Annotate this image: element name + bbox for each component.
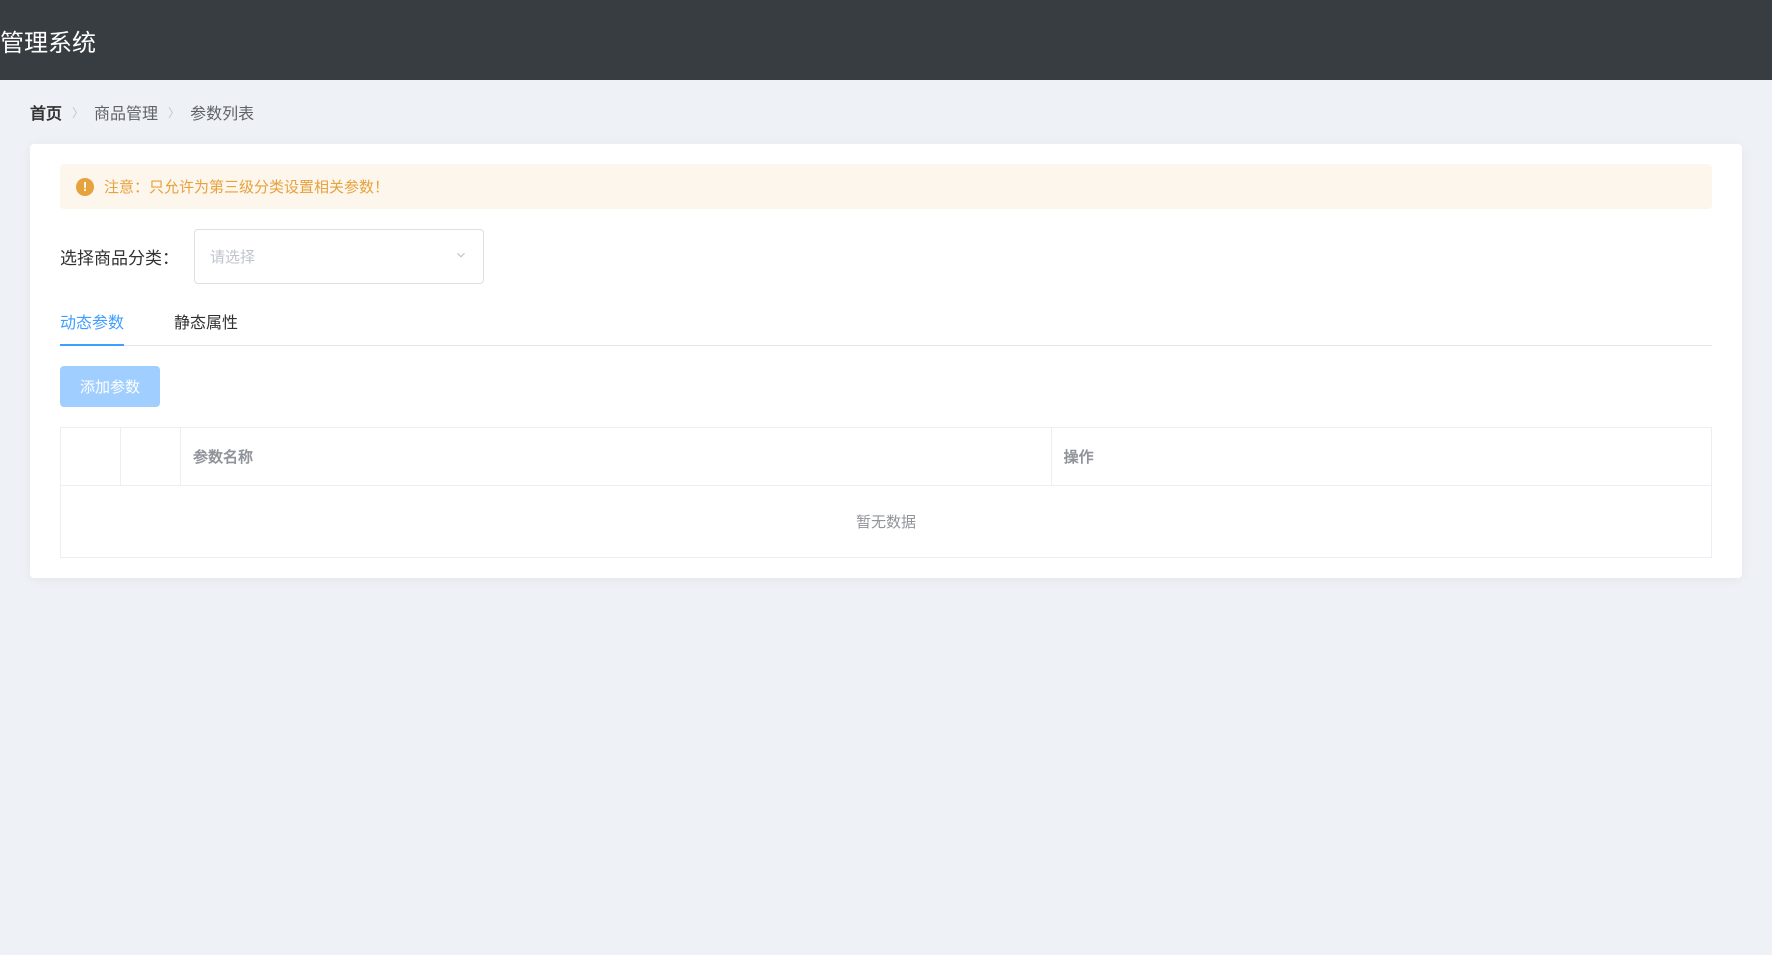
main-content: 首页 〉 商品管理 〉 参数列表 ! 注意：只允许为第三级分类设置相关参数！ 选… [0,80,1772,598]
tabs-container: 动态参数 静态属性 [60,309,1712,346]
table-header-action: 操作 [1051,428,1711,486]
tab-static-attributes[interactable]: 静态属性 [174,309,238,345]
table-empty-text: 暂无数据 [61,486,1712,558]
warning-alert: ! 注意：只允许为第三级分类设置相关参数！ [60,164,1712,209]
content-card: ! 注意：只允许为第三级分类设置相关参数！ 选择商品分类： 请选择 动态参数 静… [30,144,1742,578]
app-title: 管理系统 [0,23,96,58]
add-param-button[interactable]: 添加参数 [60,366,160,407]
breadcrumb-product-management[interactable]: 商品管理 [94,100,158,124]
category-selector-row: 选择商品分类： 请选择 [60,229,1712,284]
table-header-expand [61,428,121,486]
alert-text: 注意：只允许为第三级分类设置相关参数！ [104,176,389,197]
app-header: 管理系统 [0,0,1772,80]
cascader-placeholder: 请选择 [210,246,255,267]
category-label: 选择商品分类： [60,244,179,269]
tab-dynamic-params[interactable]: 动态参数 [60,309,124,345]
category-cascader[interactable]: 请选择 [194,229,484,284]
warning-icon: ! [76,178,94,196]
breadcrumb-home[interactable]: 首页 [30,100,62,124]
chevron-right-icon: 〉 [168,104,180,121]
chevron-down-icon [454,248,468,265]
breadcrumb: 首页 〉 商品管理 〉 参数列表 [30,100,1742,124]
breadcrumb-param-list: 参数列表 [190,100,254,124]
params-table: 参数名称 操作 暂无数据 [60,427,1712,558]
chevron-right-icon: 〉 [72,104,84,121]
table-header-index [121,428,181,486]
table-header-name: 参数名称 [181,428,1052,486]
